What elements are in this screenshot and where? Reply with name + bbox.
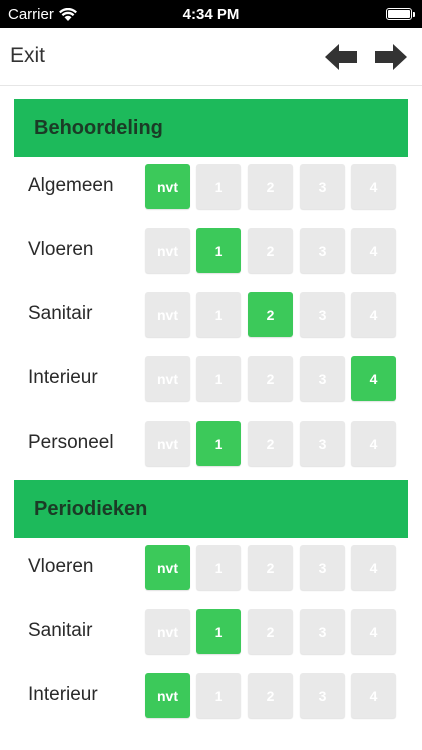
exit-button[interactable]: Exit xyxy=(10,44,45,68)
rating-option-1[interactable]: 1 xyxy=(196,421,241,466)
rating-option-2[interactable]: 2 xyxy=(248,545,293,590)
navigation-bar: Exit xyxy=(0,28,422,86)
arrow-right-icon[interactable] xyxy=(374,42,408,72)
rating-option-2[interactable]: 2 xyxy=(248,228,293,273)
rating-option-3[interactable]: 3 xyxy=(300,609,345,654)
rating-option-3[interactable]: 3 xyxy=(300,164,345,209)
row-label: Interieur xyxy=(28,684,98,705)
section-title: Behoordeling xyxy=(34,117,163,139)
rating-option-nvt[interactable]: nvt xyxy=(145,545,190,590)
rating-row: Vloeren nvt 1 2 3 4 xyxy=(14,544,408,592)
section-header-behoordeling: Behoordeling xyxy=(14,99,408,157)
rating-row: Personeel nvt 1 2 3 4 xyxy=(14,420,408,468)
rating-option-1[interactable]: 1 xyxy=(196,545,241,590)
rating-option-nvt[interactable]: nvt xyxy=(145,673,190,718)
row-label: Sanitair xyxy=(28,620,93,641)
status-time: 4:34 PM xyxy=(182,6,240,23)
rating-option-3[interactable]: 3 xyxy=(300,545,345,590)
arrow-left-icon[interactable] xyxy=(324,42,358,72)
rating-option-nvt[interactable]: nvt xyxy=(145,609,190,654)
rating-row: Vloeren nvt 1 2 3 4 xyxy=(14,227,408,275)
rating-option-1[interactable]: 1 xyxy=(196,673,241,718)
rating-option-3[interactable]: 3 xyxy=(300,356,345,401)
section-title: Periodieken xyxy=(34,498,148,520)
rating-option-3[interactable]: 3 xyxy=(300,228,345,273)
rating-option-2[interactable]: 2 xyxy=(248,609,293,654)
row-label: Algemeen xyxy=(28,175,114,196)
row-label: Vloeren xyxy=(28,556,94,577)
rating-row: Interieur nvt 1 2 3 4 xyxy=(14,355,408,403)
rating-option-2[interactable]: 2 xyxy=(248,292,293,337)
rating-option-4[interactable]: 4 xyxy=(351,545,396,590)
rating-option-nvt[interactable]: nvt xyxy=(145,228,190,273)
rating-option-nvt[interactable]: nvt xyxy=(145,164,190,209)
rating-option-nvt[interactable]: nvt xyxy=(145,421,190,466)
status-bar: Carrier 4:34 PM xyxy=(0,0,422,28)
rating-option-2[interactable]: 2 xyxy=(248,421,293,466)
row-label: Sanitair xyxy=(28,303,93,324)
rating-option-4[interactable]: 4 xyxy=(351,292,396,337)
rating-row: Sanitair nvt 1 2 3 4 xyxy=(14,291,408,339)
rating-option-1[interactable]: 1 xyxy=(196,228,241,273)
row-label: Vloeren xyxy=(28,239,94,260)
rating-option-1[interactable]: 1 xyxy=(196,164,241,209)
rating-option-2[interactable]: 2 xyxy=(248,164,293,209)
row-label: Personeel xyxy=(28,432,114,453)
rating-row: Interieur nvt 1 2 3 4 xyxy=(14,672,408,720)
rating-option-2[interactable]: 2 xyxy=(248,356,293,401)
row-label: Interieur xyxy=(28,367,98,388)
rating-option-1[interactable]: 1 xyxy=(196,292,241,337)
rating-option-4[interactable]: 4 xyxy=(351,421,396,466)
rating-option-1[interactable]: 1 xyxy=(196,356,241,401)
rating-option-1[interactable]: 1 xyxy=(196,609,241,654)
rating-option-2[interactable]: 2 xyxy=(248,673,293,718)
rating-option-4[interactable]: 4 xyxy=(351,164,396,209)
rating-option-nvt[interactable]: nvt xyxy=(145,292,190,337)
rating-option-4[interactable]: 4 xyxy=(351,228,396,273)
rating-option-4[interactable]: 4 xyxy=(351,673,396,718)
rating-option-3[interactable]: 3 xyxy=(300,673,345,718)
rating-option-4[interactable]: 4 xyxy=(351,609,396,654)
rating-option-nvt[interactable]: nvt xyxy=(145,356,190,401)
section-header-periodieken: Periodieken xyxy=(14,480,408,538)
rating-row: Sanitair nvt 1 2 3 4 xyxy=(14,608,408,656)
rating-option-3[interactable]: 3 xyxy=(300,292,345,337)
battery-icon xyxy=(386,8,415,20)
rating-row: Algemeen nvt 1 2 3 4 xyxy=(14,163,408,211)
rating-option-4[interactable]: 4 xyxy=(351,356,396,401)
rating-option-3[interactable]: 3 xyxy=(300,421,345,466)
